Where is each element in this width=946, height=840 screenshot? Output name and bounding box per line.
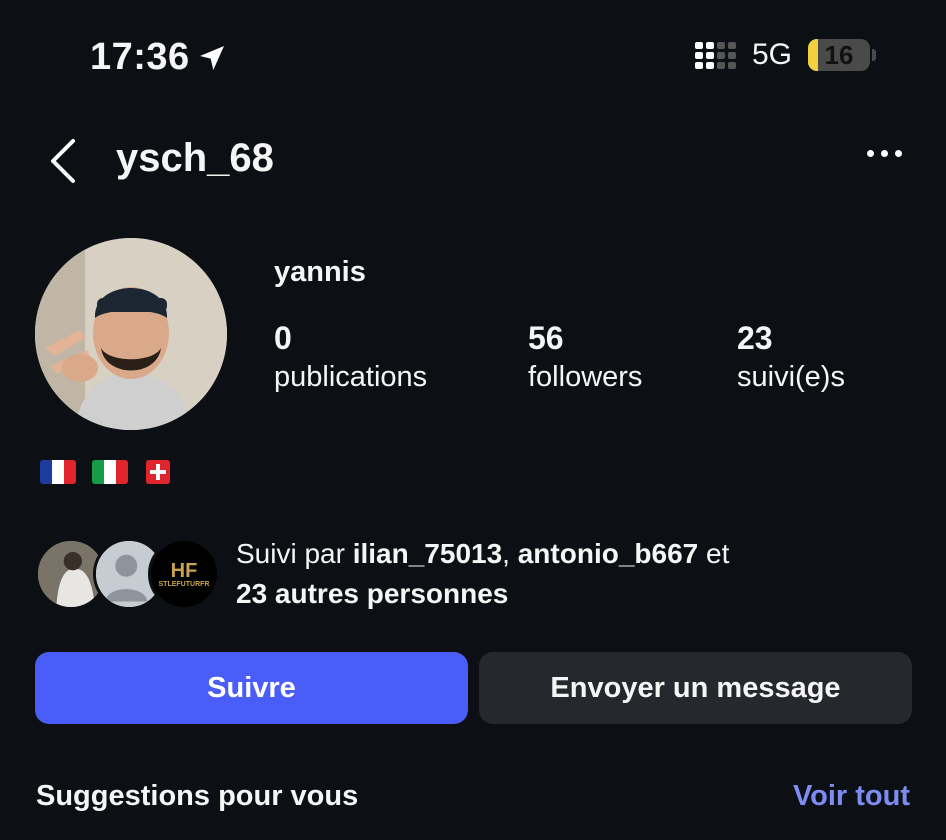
profile-username: ysch_68 (116, 136, 274, 180)
cellular-signal-icon (694, 41, 736, 69)
status-time: 17:36 (90, 36, 228, 79)
send-message-button[interactable]: Envoyer un message (479, 652, 912, 724)
profile-avatar[interactable] (35, 238, 227, 430)
mutual-user-2: antonio_b667 (517, 538, 699, 569)
more-options-icon[interactable] (867, 150, 902, 157)
clock-text: 17:36 (90, 36, 190, 78)
avatar: HF STLEFUTURFR (148, 538, 220, 610)
avatar-logo-text: HF (170, 559, 198, 582)
stat-value: 56 (528, 320, 564, 356)
flag-switzerland-icon (146, 460, 170, 484)
follow-button[interactable]: Suivre (35, 652, 468, 724)
stat-label: followers (528, 361, 643, 393)
mutual-others: 23 autres personnes (236, 578, 509, 609)
mutual-user-1: ilian_75013 (352, 538, 503, 569)
stat-following[interactable]: 23 suivi(e)s (737, 320, 845, 394)
suggestions-title: Suggestions pour vous (36, 780, 359, 812)
bio-flags (40, 460, 170, 484)
flag-italy-icon (92, 460, 128, 484)
see-all-link[interactable]: Voir tout (793, 780, 910, 813)
stat-value: 23 (737, 320, 773, 356)
location-arrow-icon (199, 45, 224, 70)
stat-label: suivi(e)s (737, 361, 845, 393)
stat-label: publications (274, 361, 428, 393)
status-indicators: 5G 16 (694, 38, 876, 72)
stat-followers[interactable]: 56 followers (528, 320, 642, 394)
back-button[interactable] (40, 136, 84, 186)
stat-value: 0 (274, 320, 292, 356)
mutual-followers-avatars[interactable]: HF STLEFUTURFR (35, 538, 220, 610)
battery-icon: 16 (808, 39, 876, 71)
battery-level: 16 (824, 39, 854, 70)
display-name: yannis (274, 256, 366, 288)
flag-france-icon (40, 460, 76, 484)
chevron-left-icon (51, 139, 75, 183)
avatar-logo-subtext: STLEFUTURFR (158, 580, 210, 588)
profile-photo (35, 238, 227, 430)
followed-by-text[interactable]: Suivi par ilian_75013, antonio_b667 et 2… (236, 534, 729, 614)
stat-publications[interactable]: 0 publications (274, 320, 427, 394)
network-type: 5G (751, 38, 792, 71)
